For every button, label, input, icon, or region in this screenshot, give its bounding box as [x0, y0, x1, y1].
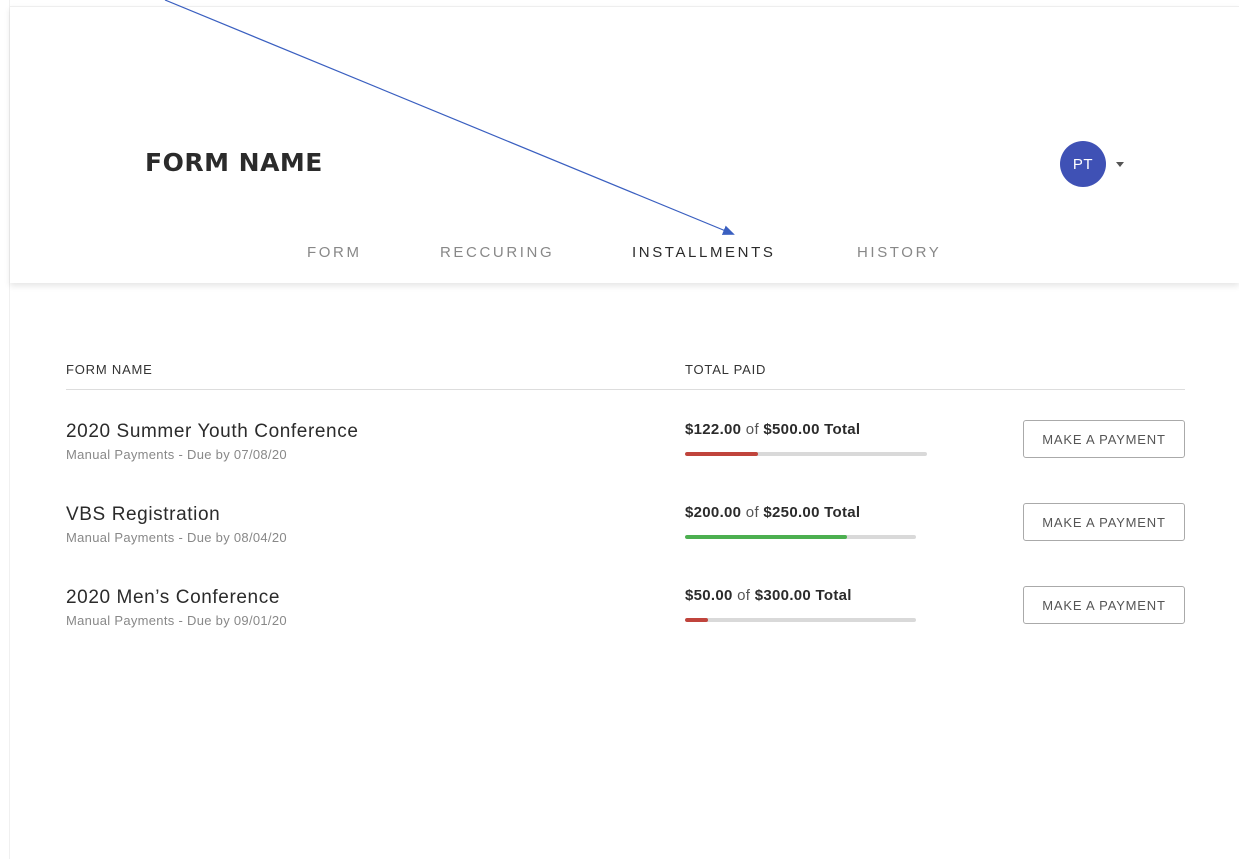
make-payment-button[interactable]: MAKE A PAYMENT [1023, 420, 1185, 458]
payment-progress-bar [685, 452, 927, 456]
tab-installments[interactable]: INSTALLMENTS [632, 244, 775, 261]
amount-paid: $200.00 [685, 504, 742, 521]
progress-fill [685, 535, 847, 539]
amount-total: $250.00 Total [763, 504, 861, 521]
tab-history[interactable]: HISTORY [857, 244, 941, 261]
tab-form[interactable]: FORM [307, 244, 362, 261]
form-name: 2020 Men’s Conference [66, 587, 280, 608]
make-payment-button[interactable]: MAKE A PAYMENT [1023, 586, 1185, 624]
of-label: of [745, 504, 759, 521]
of-label: of [745, 421, 759, 438]
table-header: FORM NAME TOTAL PAID [66, 362, 1185, 390]
total-paid-text: $122.00 of $500.00 Total [685, 421, 860, 438]
page-title: FORM NAME [145, 148, 323, 177]
payment-schedule: Manual Payments - Due by 08/04/20 [66, 530, 287, 545]
avatar[interactable]: PT [1060, 141, 1106, 187]
table-row: 2020 Men’s Conference Manual Payments - … [66, 586, 1185, 647]
window-edge [0, 0, 10, 859]
progress-fill [685, 618, 709, 622]
amount-paid: $50.00 [685, 587, 733, 604]
form-name: 2020 Summer Youth Conference [66, 421, 359, 442]
user-menu[interactable]: PT [1060, 141, 1124, 187]
column-header-total-paid: TOTAL PAID [685, 362, 767, 377]
amount-paid: $122.00 [685, 421, 742, 438]
table-row: VBS Registration Manual Payments - Due b… [66, 503, 1185, 564]
payment-progress-bar [685, 535, 916, 539]
payment-schedule: Manual Payments - Due by 07/08/20 [66, 447, 287, 462]
total-paid-text: $200.00 of $250.00 Total [685, 504, 860, 521]
chevron-down-icon[interactable] [1116, 161, 1124, 167]
tab-recurring[interactable]: RECCURING [440, 244, 554, 261]
amount-total: $500.00 Total [763, 421, 861, 438]
of-label: of [737, 587, 751, 604]
total-paid-text: $50.00 of $300.00 Total [685, 587, 852, 604]
column-header-form-name: FORM NAME [66, 362, 153, 377]
progress-fill [685, 452, 758, 456]
payment-schedule: Manual Payments - Due by 09/01/20 [66, 613, 287, 628]
form-name: VBS Registration [66, 504, 221, 525]
table-row: 2020 Summer Youth Conference Manual Paym… [66, 420, 1185, 481]
make-payment-button[interactable]: MAKE A PAYMENT [1023, 503, 1185, 541]
tab-bar: FORM RECCURING INSTALLMENTS HISTORY [10, 244, 1239, 274]
installments-page: FORM NAME PT FORM RECCURING INSTALLMENTS… [0, 0, 1239, 859]
amount-total: $300.00 Total [754, 587, 852, 604]
page-header: FORM NAME PT FORM RECCURING INSTALLMENTS… [10, 6, 1239, 283]
payment-progress-bar [685, 618, 916, 622]
